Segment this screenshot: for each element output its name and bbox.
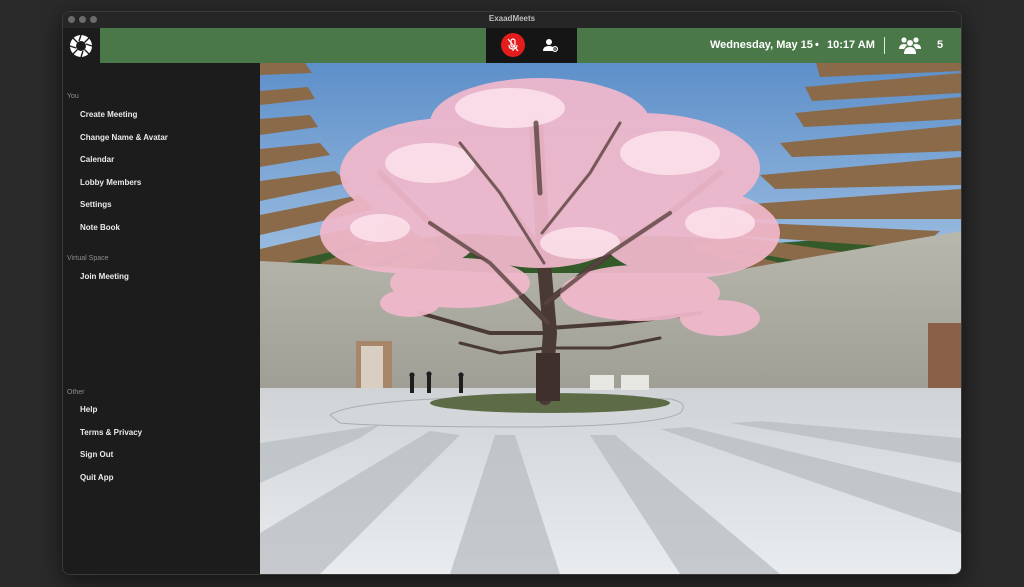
nav-sign-out[interactable]: Sign Out	[80, 450, 113, 459]
nav-terms-privacy[interactable]: Terms & Privacy	[80, 428, 142, 437]
tree-base	[536, 353, 560, 401]
nav-create-meeting[interactable]: Create Meeting	[80, 110, 137, 119]
date-time-separator: •	[815, 39, 819, 51]
mic-muted-icon	[507, 38, 519, 52]
app-window: ExaadMeets You Create Meeting Change Nam…	[63, 12, 961, 574]
nav-quit-app[interactable]: Quit App	[80, 473, 113, 482]
section-label-you: You	[67, 93, 79, 100]
title-bar: ExaadMeets	[63, 12, 961, 28]
mute-microphone-button[interactable]	[501, 33, 525, 57]
nav-change-name-avatar[interactable]: Change Name & Avatar	[80, 133, 168, 142]
app-logo-icon	[69, 34, 93, 58]
nav-note-book[interactable]: Note Book	[80, 223, 120, 232]
window-title: ExaadMeets	[488, 14, 536, 23]
bench	[621, 375, 649, 390]
user-settings-icon	[543, 39, 559, 53]
section-label-other: Other	[67, 389, 85, 396]
member-count: 5	[937, 39, 944, 51]
user-settings-button[interactable]	[538, 33, 562, 57]
divider	[884, 37, 885, 54]
virtual-space-view[interactable]	[260, 63, 961, 574]
top-bar-left	[100, 28, 486, 63]
call-controls	[486, 28, 577, 63]
nav-settings[interactable]: Settings	[80, 200, 112, 209]
nav-calendar[interactable]: Calendar	[80, 155, 114, 164]
top-bar-right: Wednesday, May 15 • 10:17 AM 5	[577, 28, 961, 63]
bench	[590, 375, 614, 390]
current-date: Wednesday, May 15	[710, 39, 813, 51]
nav-help[interactable]: Help	[80, 405, 97, 414]
current-time: 10:17 AM	[827, 39, 875, 51]
section-label-virtual-space: Virtual Space	[67, 255, 109, 262]
nav-join-meeting[interactable]: Join Meeting	[80, 272, 129, 281]
right-doorway[interactable]	[928, 323, 961, 393]
nav-lobby-members[interactable]: Lobby Members	[80, 178, 141, 187]
people-group-icon[interactable]	[898, 34, 922, 56]
sidebar: You Create Meeting Change Name & Avatar …	[63, 28, 260, 574]
